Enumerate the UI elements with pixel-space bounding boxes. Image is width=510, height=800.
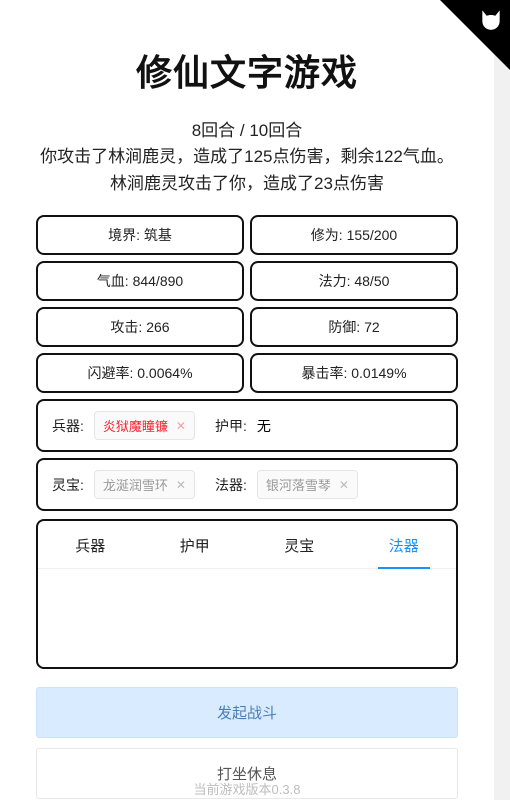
artifact-tag[interactable]: 银河落雪琴 ✕	[257, 470, 358, 499]
artifact-label: 法器:	[215, 475, 247, 495]
trinket-tag[interactable]: 龙涎润雪环 ✕	[94, 470, 195, 499]
battle-log: 8回合 / 10回合 你攻击了林涧鹿灵，造成了125点伤害，剩余122气血。 林…	[36, 118, 458, 197]
tab-weapon[interactable]: 兵器	[38, 521, 143, 568]
inventory-card: 兵器 护甲 灵宝 法器	[36, 519, 458, 669]
stat-defense: 防御: 72	[250, 307, 458, 347]
tab-armor[interactable]: 护甲	[143, 521, 248, 568]
close-icon[interactable]: ✕	[339, 478, 349, 492]
stat-hp: 气血: 844/890	[36, 261, 244, 301]
stat-realm: 境界: 筑基	[36, 215, 244, 255]
cat-icon	[478, 6, 504, 37]
stat-attack: 攻击: 266	[36, 307, 244, 347]
battle-line-player: 你攻击了林涧鹿灵，造成了125点伤害，剩余122气血。	[36, 144, 458, 170]
round-counter: 8回合 / 10回合	[36, 118, 458, 144]
equip-trinket-artifact: 灵宝: 龙涎润雪环 ✕ 法器: 银河落雪琴 ✕	[36, 458, 458, 511]
tab-trinket[interactable]: 灵宝	[247, 521, 352, 568]
trinket-label: 灵宝:	[52, 475, 84, 495]
stat-dodge: 闪避率: 0.0064%	[36, 353, 244, 393]
armor-label: 护甲:	[215, 416, 247, 436]
scrollbar-track[interactable]	[494, 0, 510, 800]
rest-button[interactable]: 打坐休息	[36, 748, 458, 799]
close-icon[interactable]: ✕	[176, 419, 186, 433]
battle-line-enemy: 林涧鹿灵攻击了你，造成了23点伤害	[36, 171, 458, 197]
stat-cultivation: 修为: 155/200	[250, 215, 458, 255]
stat-mp: 法力: 48/50	[250, 261, 458, 301]
tab-artifact[interactable]: 法器	[352, 521, 457, 568]
page-title: 修仙文字游戏	[36, 44, 458, 96]
fight-button[interactable]: 发起战斗	[36, 687, 458, 738]
weapon-label: 兵器:	[52, 416, 84, 436]
weapon-tag[interactable]: 炎狱魔瞳镰 ✕	[94, 411, 195, 440]
close-icon[interactable]: ✕	[176, 478, 186, 492]
stat-crit: 暴击率: 0.0149%	[250, 353, 458, 393]
armor-value: 无	[257, 416, 271, 436]
inventory-content	[38, 569, 456, 659]
equip-weapon-armor: 兵器: 炎狱魔瞳镰 ✕ 护甲: 无	[36, 399, 458, 452]
inventory-tabs: 兵器 护甲 灵宝 法器	[38, 521, 456, 569]
stats-grid: 境界: 筑基 修为: 155/200 气血: 844/890 法力: 48/50…	[36, 215, 458, 511]
